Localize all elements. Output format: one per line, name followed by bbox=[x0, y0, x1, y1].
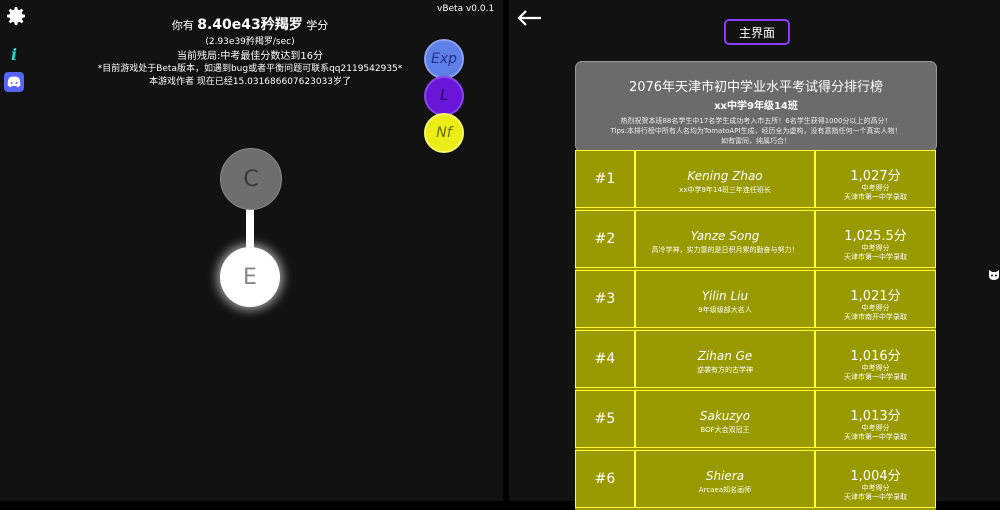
back-arrow-icon[interactable] bbox=[516, 8, 542, 28]
author-age: 本游戏作者 现在已经15.031686607623033岁了 bbox=[148, 77, 352, 87]
gear-icon[interactable] bbox=[4, 4, 28, 28]
admission-school: 天津市第一中学录取 bbox=[844, 373, 907, 381]
rank-cell: #4 bbox=[575, 330, 635, 388]
score-cell: 1,025.5分 中考得分 天津市第一中学录取 bbox=[815, 210, 936, 268]
student-note: Arcaea知名画师 bbox=[698, 486, 752, 494]
score-value: 1,027分 bbox=[850, 169, 901, 184]
rank-label: #2 bbox=[594, 231, 616, 247]
score-label: 中考得分 bbox=[861, 184, 890, 192]
student-note: BOF大会双冠王 bbox=[700, 426, 750, 434]
student-name: Shiera bbox=[705, 469, 745, 483]
leaderboard-title: 2076年天津市初中学业水平考试得分排行榜 bbox=[628, 80, 884, 95]
score-value: 1,021分 bbox=[850, 289, 901, 304]
table-row: #3 Yilin Liu 9年级级部大名人 1,021分 中考得分 天津市南开中学录取 bbox=[575, 270, 936, 330]
rank-label: #3 bbox=[594, 291, 616, 307]
score-value: 1,016分 bbox=[850, 349, 901, 364]
score-value: 1,025.5分 bbox=[844, 229, 907, 244]
rank-label: #4 bbox=[594, 351, 616, 367]
discord-icon[interactable] bbox=[4, 72, 24, 92]
student-name: Zihan Ge bbox=[697, 349, 753, 363]
endgame-status: 当前残局:中考最佳分数达到16分 bbox=[176, 51, 324, 62]
name-cell: Shiera Arcaea知名画师 bbox=[635, 450, 815, 508]
score-label: 中考得分 bbox=[861, 304, 890, 312]
student-name: Yilin Liu bbox=[701, 289, 749, 303]
main-menu-button[interactable]: 主界面 bbox=[724, 19, 790, 45]
score-value: 1,004分 bbox=[850, 469, 901, 484]
rank-cell: #3 bbox=[575, 270, 635, 328]
rank-cell: #2 bbox=[575, 210, 635, 268]
score-label: 中考得分 bbox=[861, 364, 890, 372]
leaderboard-header: 2076年天津市初中学业水平考试得分排行榜 xx中学9年级14班 热烈祝贺本班8… bbox=[575, 61, 937, 152]
points-rate: (2.93e39矜羯罗/sec) bbox=[205, 37, 295, 47]
table-row: #6 Shiera Arcaea知名画师 1,004分 中考得分 天津市第一中学录取 bbox=[575, 450, 936, 510]
table-row: #2 Yanze Song 高冷学神，实力靠的是日积月累的勤奋与努力！ 1,025.5… bbox=[575, 210, 936, 270]
score-label: 中考得分 bbox=[861, 484, 890, 492]
admission-school: 天津市南开中学录取 bbox=[844, 313, 907, 321]
student-note: xx中学9年14班三年连任班长 bbox=[679, 186, 771, 194]
table-row: #5 Sakuzyo BOF大会双冠王 1,013分 中考得分 天津市第一中学录取 bbox=[575, 390, 936, 450]
rank-cell: #6 bbox=[575, 450, 635, 508]
admission-school: 天津市第一中学录取 bbox=[844, 433, 907, 441]
admission-school: 天津市第一中学录取 bbox=[844, 253, 907, 261]
student-name: Kening Zhao bbox=[687, 169, 763, 183]
score-cell: 1,004分 中考得分 天津市第一中学录取 bbox=[815, 450, 936, 508]
score-cell: 1,027分 中考得分 天津市第一中学录取 bbox=[815, 150, 936, 208]
leaderboard-desc: 热烈祝贺本班88名学生中17名学生成功考入市五所！6名学生获得1000分以上的高… bbox=[590, 116, 922, 146]
cat-icon[interactable] bbox=[988, 266, 1000, 280]
node-link bbox=[246, 206, 254, 250]
score-label: 中考得分 bbox=[861, 244, 890, 252]
rank-label: #5 bbox=[594, 411, 616, 427]
table-row: #1 Kening Zhao xx中学9年14班三年连任班长 1,027分 中考得分 天津… bbox=[575, 150, 936, 210]
points-suffix: 学分 bbox=[306, 19, 329, 32]
tab-nf-button[interactable]: Nf bbox=[424, 113, 464, 153]
node-c[interactable]: C bbox=[220, 148, 282, 210]
version-label: vBeta v0.0.1 bbox=[437, 4, 495, 14]
score-value: 1,013分 bbox=[850, 409, 901, 424]
rank-label: #1 bbox=[594, 171, 616, 187]
left-panel: i 你有 8.40e43矜羯罗 学分 (2.93e39矜羯罗/sec) 当前残局… bbox=[0, 0, 503, 501]
tab-l-button[interactable]: L bbox=[424, 76, 464, 116]
score-label: 中考得分 bbox=[861, 424, 890, 432]
student-name: Yanze Song bbox=[690, 229, 760, 243]
points-prefix: 你有 bbox=[171, 19, 194, 32]
points-amount: 8.40e43矜羯罗 bbox=[197, 17, 303, 33]
leaderboard-class: xx中学9年级14班 bbox=[714, 101, 798, 112]
student-name: Sakuzyo bbox=[699, 409, 751, 423]
desc-line-3: 如有雷同，纯属巧合！ bbox=[721, 137, 791, 145]
score-cell: 1,016分 中考得分 天津市第一中学录取 bbox=[815, 330, 936, 388]
admission-school: 天津市第一中学录取 bbox=[844, 193, 907, 201]
name-cell: Yanze Song 高冷学神，实力靠的是日积月累的勤奋与努力！ bbox=[635, 210, 815, 268]
name-cell: Kening Zhao xx中学9年14班三年连任班长 bbox=[635, 150, 815, 208]
tab-exp-button[interactable]: Exp bbox=[424, 39, 464, 79]
info-icon[interactable]: i bbox=[8, 44, 20, 64]
name-cell: Sakuzyo BOF大会双冠王 bbox=[635, 390, 815, 448]
desc-line-1: 热烈祝贺本班88名学生中17名学生成功考入市五所！6名学生获得1000分以上的高… bbox=[620, 117, 892, 125]
leaderboard-table: #1 Kening Zhao xx中学9年14班三年连任班长 1,027分 中考得分 天津… bbox=[575, 150, 936, 510]
node-e[interactable]: E bbox=[220, 247, 280, 307]
student-note: 9年级级部大名人 bbox=[698, 306, 752, 314]
beta-notice: *目前游戏处于Beta版本，如遇到bug或者平衡问题可联系qq211954293… bbox=[97, 64, 403, 74]
rank-cell: #1 bbox=[575, 150, 635, 208]
rank-label: #6 bbox=[594, 471, 616, 487]
score-cell: 1,013分 中考得分 天津市第一中学录取 bbox=[815, 390, 936, 448]
score-cell: 1,021分 中考得分 天津市南开中学录取 bbox=[815, 270, 936, 328]
name-cell: Zihan Ge 逆袭有方的古学神 bbox=[635, 330, 815, 388]
table-row: #4 Zihan Ge 逆袭有方的古学神 1,016分 中考得分 天津市第一中学录取 bbox=[575, 330, 936, 390]
rank-cell: #5 bbox=[575, 390, 635, 448]
desc-line-2: Tips:本排行榜中所有人名均为TomatoAPI生成，经历全为虚构，没有意指任… bbox=[610, 127, 902, 135]
points-line: 你有 8.40e43矜羯罗 学分 bbox=[90, 14, 410, 34]
student-note: 高冷学神，实力靠的是日积月累的勤奋与努力！ bbox=[651, 246, 799, 254]
name-cell: Yilin Liu 9年级级部大名人 bbox=[635, 270, 815, 328]
student-note: 逆袭有方的古学神 bbox=[697, 366, 753, 374]
